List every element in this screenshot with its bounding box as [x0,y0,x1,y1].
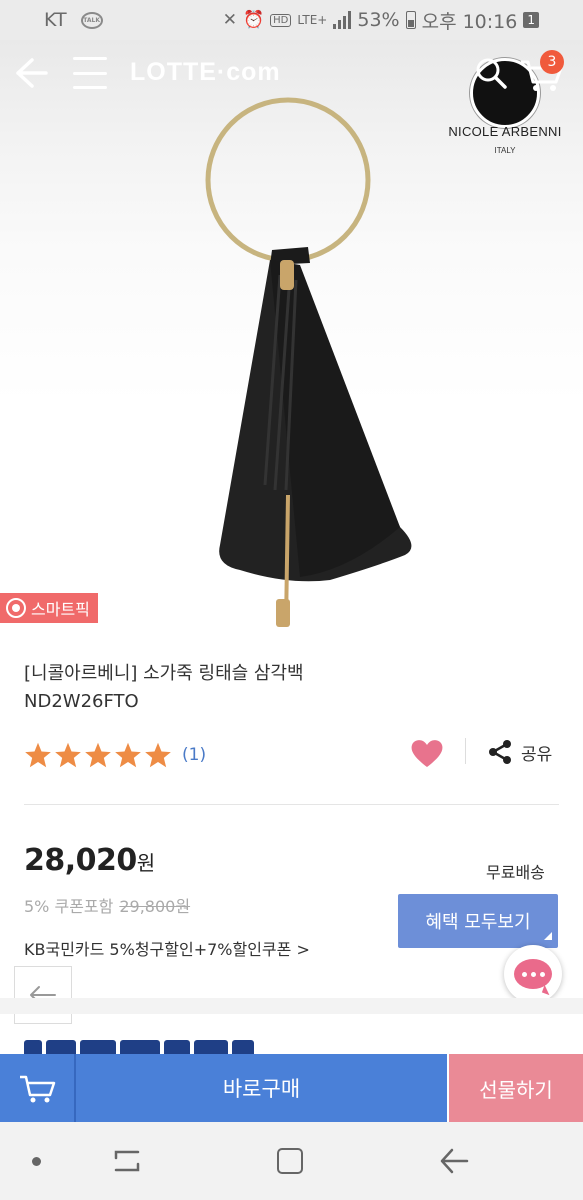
bag-image [205,97,412,627]
free-shipping-label: 무료배송 [486,863,545,882]
alarm-icon: ⏰ [242,10,265,30]
brand-logo-name: NICOLE ARBENNI [448,124,562,139]
chat-icon [514,959,552,989]
star-icon [85,742,111,768]
buy-now-button[interactable]: 바로구매 [76,1054,447,1122]
next-section-preview [24,1040,324,1054]
clock: 오후 10:16 [421,10,518,33]
smartpick-label: 스마트픽 [31,600,90,619]
price-value: 28,020 [24,843,137,878]
carrier-label: KT [44,9,67,31]
view-all-benefits-button[interactable]: 혜택 모두보기 [398,894,558,948]
floating-back-button[interactable] [14,966,72,1024]
recents-icon[interactable] [112,1146,142,1176]
cart-count-badge: 3 [540,50,564,74]
gift-button[interactable]: 선물하기 [447,1054,583,1122]
notification-count: 1 [523,12,539,28]
hd-icon: HD [270,13,292,27]
status-bar: KT TALK ✕ ⏰ HD LTE+ 53% 오후 10:16 1 [0,0,583,40]
star-icon [145,742,171,768]
share-icon [489,740,511,764]
back-arrow-icon[interactable] [12,54,50,92]
bottom-action-bar: 바로구매 선물하기 [0,1054,583,1122]
system-nav-bar [0,1122,583,1200]
battery-percent: 53% [357,9,400,31]
cart-icon [20,1075,56,1103]
product-title: [니콜아르베니] 소가죽 링태슬 삼각백 ND2W26FTO [24,663,304,712]
coupon-info: 5% 쿠폰포함 29,800원 [24,893,190,917]
menu-icon[interactable] [73,57,107,89]
target-icon [6,598,26,618]
nav-dot-icon[interactable] [32,1157,41,1166]
coupon-label: 5% 쿠폰포함 [24,897,114,916]
card-promo-link[interactable]: KB국민카드 5%청구할인+7%할인쿠폰 > [24,936,310,960]
lotte-logo[interactable]: LOTTE·com [130,58,281,87]
network-label: LTE+ [297,13,328,27]
kakaotalk-icon: TALK [80,11,103,29]
battery-icon [405,11,416,29]
rating-row[interactable]: (1) [24,741,206,769]
signal-icon [333,11,352,29]
mute-icon: ✕ [222,10,237,30]
divider [24,804,559,805]
review-count[interactable]: (1) [182,745,206,765]
divider [465,738,466,764]
smartpick-badge: 스마트픽 [0,593,98,623]
wishlist-heart-icon[interactable] [409,737,445,769]
home-icon[interactable] [277,1148,303,1174]
star-icon [115,742,141,768]
section-divider [0,998,583,1014]
sale-price: 28,020원 [24,843,155,878]
star-icon [25,742,51,768]
add-to-cart-button[interactable] [0,1054,76,1122]
brand-logo-origin: ITALY [494,146,516,155]
search-icon[interactable] [474,56,508,90]
share-label: 공유 [521,744,553,765]
star-icon [55,742,81,768]
share-button[interactable]: 공유 [487,739,552,765]
original-price: 29,800원 [119,897,191,916]
back-icon[interactable] [438,1146,470,1176]
price-unit: 원 [136,851,155,875]
chat-button[interactable] [504,945,562,1003]
